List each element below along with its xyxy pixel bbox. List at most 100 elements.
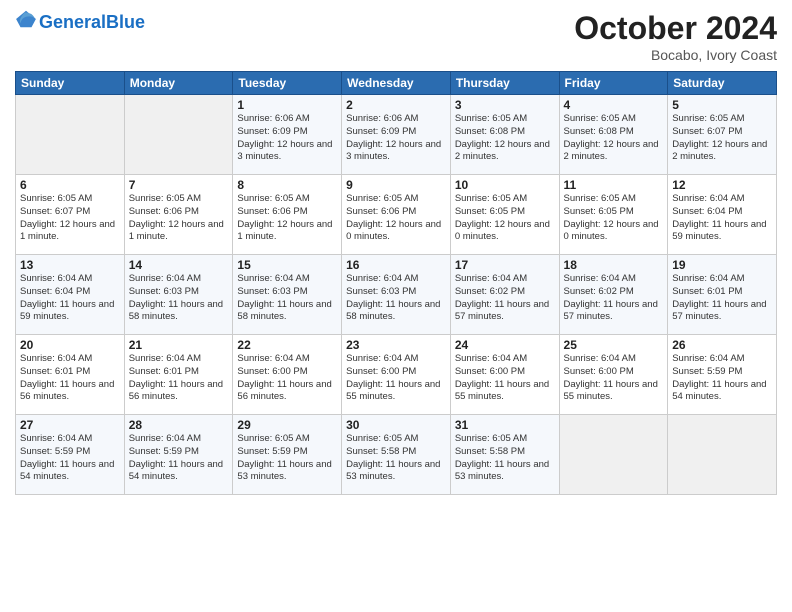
day-info: Sunrise: 6:06 AM Sunset: 6:09 PM Dayligh… [237,113,337,164]
day-number: 2 [346,98,446,112]
day-info: Sunrise: 6:04 AM Sunset: 6:01 PM Dayligh… [672,273,772,324]
day-info: Sunrise: 6:05 AM Sunset: 6:06 PM Dayligh… [129,193,229,244]
day-number: 22 [237,338,337,352]
th-tuesday: Tuesday [233,72,342,95]
calendar-cell: 12Sunrise: 6:04 AM Sunset: 6:04 PM Dayli… [668,175,777,255]
calendar-cell: 14Sunrise: 6:04 AM Sunset: 6:03 PM Dayli… [124,255,233,335]
th-saturday: Saturday [668,72,777,95]
day-number: 28 [129,418,229,432]
calendar-cell: 1Sunrise: 6:06 AM Sunset: 6:09 PM Daylig… [233,95,342,175]
day-number: 25 [564,338,664,352]
calendar-cell: 3Sunrise: 6:05 AM Sunset: 6:08 PM Daylig… [450,95,559,175]
day-info: Sunrise: 6:05 AM Sunset: 6:07 PM Dayligh… [20,193,120,244]
calendar-cell: 19Sunrise: 6:04 AM Sunset: 6:01 PM Dayli… [668,255,777,335]
day-info: Sunrise: 6:05 AM Sunset: 6:07 PM Dayligh… [672,113,772,164]
day-info: Sunrise: 6:04 AM Sunset: 6:00 PM Dayligh… [564,353,664,404]
calendar-cell: 11Sunrise: 6:05 AM Sunset: 6:05 PM Dayli… [559,175,668,255]
day-number: 15 [237,258,337,272]
day-number: 27 [20,418,120,432]
calendar-cell: 23Sunrise: 6:04 AM Sunset: 6:00 PM Dayli… [342,335,451,415]
calendar-cell: 9Sunrise: 6:05 AM Sunset: 6:06 PM Daylig… [342,175,451,255]
day-number: 21 [129,338,229,352]
calendar-cell: 17Sunrise: 6:04 AM Sunset: 6:02 PM Dayli… [450,255,559,335]
day-number: 24 [455,338,555,352]
calendar-cell: 8Sunrise: 6:05 AM Sunset: 6:06 PM Daylig… [233,175,342,255]
day-info: Sunrise: 6:05 AM Sunset: 5:58 PM Dayligh… [346,433,446,484]
month-year: October 2024 [574,10,777,47]
day-number: 26 [672,338,772,352]
calendar-cell: 2Sunrise: 6:06 AM Sunset: 6:09 PM Daylig… [342,95,451,175]
day-number: 31 [455,418,555,432]
day-number: 14 [129,258,229,272]
calendar-cell: 7Sunrise: 6:05 AM Sunset: 6:06 PM Daylig… [124,175,233,255]
calendar-cell: 26Sunrise: 6:04 AM Sunset: 5:59 PM Dayli… [668,335,777,415]
calendar-cell: 30Sunrise: 6:05 AM Sunset: 5:58 PM Dayli… [342,415,451,495]
day-info: Sunrise: 6:05 AM Sunset: 6:06 PM Dayligh… [346,193,446,244]
day-info: Sunrise: 6:04 AM Sunset: 6:01 PM Dayligh… [129,353,229,404]
th-thursday: Thursday [450,72,559,95]
calendar-cell [124,95,233,175]
day-info: Sunrise: 6:04 AM Sunset: 5:59 PM Dayligh… [672,353,772,404]
calendar-cell: 10Sunrise: 6:05 AM Sunset: 6:05 PM Dayli… [450,175,559,255]
page: GeneralBlue October 2024 Bocabo, Ivory C… [0,0,792,612]
calendar-cell: 24Sunrise: 6:04 AM Sunset: 6:00 PM Dayli… [450,335,559,415]
weekday-row: Sunday Monday Tuesday Wednesday Thursday… [16,72,777,95]
day-info: Sunrise: 6:05 AM Sunset: 6:06 PM Dayligh… [237,193,337,244]
day-number: 10 [455,178,555,192]
day-info: Sunrise: 6:05 AM Sunset: 6:08 PM Dayligh… [455,113,555,164]
day-number: 3 [455,98,555,112]
header: GeneralBlue October 2024 Bocabo, Ivory C… [15,10,777,63]
calendar-cell: 25Sunrise: 6:04 AM Sunset: 6:00 PM Dayli… [559,335,668,415]
day-number: 23 [346,338,446,352]
calendar-cell: 27Sunrise: 6:04 AM Sunset: 5:59 PM Dayli… [16,415,125,495]
location: Bocabo, Ivory Coast [574,47,777,63]
logo: GeneralBlue [15,10,145,35]
day-number: 4 [564,98,664,112]
day-info: Sunrise: 6:06 AM Sunset: 6:09 PM Dayligh… [346,113,446,164]
day-info: Sunrise: 6:05 AM Sunset: 6:08 PM Dayligh… [564,113,664,164]
calendar-cell: 6Sunrise: 6:05 AM Sunset: 6:07 PM Daylig… [16,175,125,255]
logo-icon [15,8,37,30]
day-number: 29 [237,418,337,432]
day-info: Sunrise: 6:04 AM Sunset: 6:03 PM Dayligh… [237,273,337,324]
day-info: Sunrise: 6:05 AM Sunset: 5:59 PM Dayligh… [237,433,337,484]
day-info: Sunrise: 6:04 AM Sunset: 6:01 PM Dayligh… [20,353,120,404]
calendar-week-4: 20Sunrise: 6:04 AM Sunset: 6:01 PM Dayli… [16,335,777,415]
day-number: 19 [672,258,772,272]
day-number: 17 [455,258,555,272]
calendar-cell: 29Sunrise: 6:05 AM Sunset: 5:59 PM Dayli… [233,415,342,495]
calendar: Sunday Monday Tuesday Wednesday Thursday… [15,71,777,495]
day-info: Sunrise: 6:04 AM Sunset: 6:03 PM Dayligh… [346,273,446,324]
th-sunday: Sunday [16,72,125,95]
logo-blue: Blue [106,12,145,32]
day-number: 12 [672,178,772,192]
day-info: Sunrise: 6:04 AM Sunset: 6:00 PM Dayligh… [237,353,337,404]
day-number: 5 [672,98,772,112]
calendar-cell [16,95,125,175]
calendar-cell [559,415,668,495]
calendar-cell: 13Sunrise: 6:04 AM Sunset: 6:04 PM Dayli… [16,255,125,335]
logo-general: General [39,12,106,32]
day-number: 7 [129,178,229,192]
day-info: Sunrise: 6:04 AM Sunset: 6:04 PM Dayligh… [20,273,120,324]
calendar-cell: 20Sunrise: 6:04 AM Sunset: 6:01 PM Dayli… [16,335,125,415]
day-info: Sunrise: 6:04 AM Sunset: 5:59 PM Dayligh… [129,433,229,484]
day-info: Sunrise: 6:04 AM Sunset: 6:02 PM Dayligh… [455,273,555,324]
th-wednesday: Wednesday [342,72,451,95]
day-number: 8 [237,178,337,192]
day-info: Sunrise: 6:04 AM Sunset: 6:02 PM Dayligh… [564,273,664,324]
calendar-cell: 22Sunrise: 6:04 AM Sunset: 6:00 PM Dayli… [233,335,342,415]
calendar-cell: 5Sunrise: 6:05 AM Sunset: 6:07 PM Daylig… [668,95,777,175]
calendar-cell: 31Sunrise: 6:05 AM Sunset: 5:58 PM Dayli… [450,415,559,495]
day-number: 20 [20,338,120,352]
day-info: Sunrise: 6:05 AM Sunset: 6:05 PM Dayligh… [564,193,664,244]
logo-text: GeneralBlue [39,13,145,33]
calendar-cell [668,415,777,495]
day-info: Sunrise: 6:05 AM Sunset: 5:58 PM Dayligh… [455,433,555,484]
th-friday: Friday [559,72,668,95]
day-info: Sunrise: 6:04 AM Sunset: 6:00 PM Dayligh… [455,353,555,404]
day-info: Sunrise: 6:04 AM Sunset: 6:04 PM Dayligh… [672,193,772,244]
calendar-week-5: 27 Sunrise: 6:04 AM Sunset: 5:59 PM Dayli… [16,415,777,495]
day-info: Sunrise: 6:04 AM Sunset: 6:00 PM Dayligh… [346,353,446,404]
calendar-cell: 4Sunrise: 6:05 AM Sunset: 6:08 PM Daylig… [559,95,668,175]
